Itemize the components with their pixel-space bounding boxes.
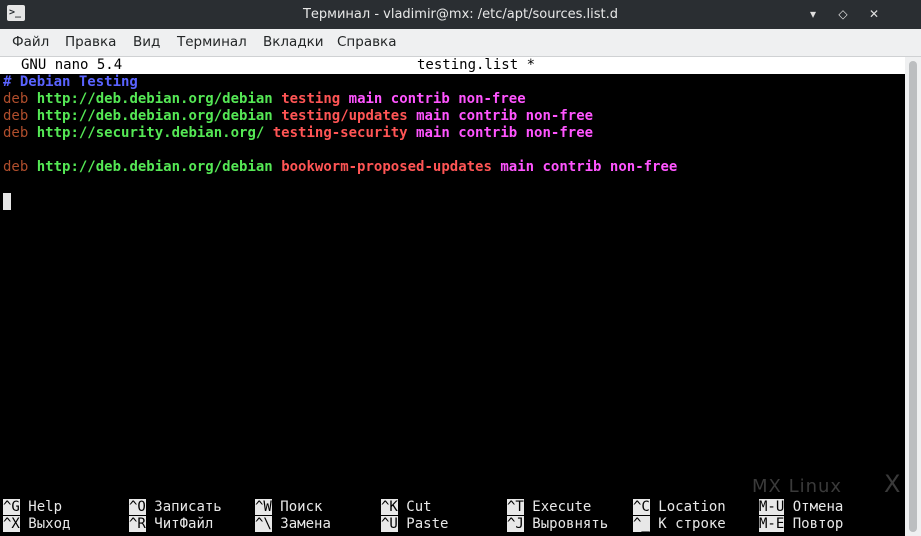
source-line: deb http://deb.debian.org/debian testing… — [3, 91, 526, 108]
shortcut-label: Повтор — [792, 516, 844, 532]
shortcut-undo: M-U Отмена — [759, 499, 843, 516]
suite: testing-security — [272, 125, 408, 141]
shortcut-label: Отмена — [792, 499, 844, 515]
shortcut-replace: ^\ Замена — [255, 516, 331, 533]
minimize-button[interactable]: ▾ — [806, 7, 820, 21]
shortcut-key: ^X — [3, 516, 20, 532]
mx-linux-watermark: MX Linux — [752, 476, 843, 497]
shortcut-key: ^T — [507, 499, 524, 515]
menu-terminal[interactable]: Терминал — [177, 29, 247, 56]
components: main contrib non-free — [416, 125, 594, 141]
shortcut-key: ^\ — [255, 516, 272, 532]
comment-text: # Debian Testing — [3, 74, 138, 90]
shortcut-search: ^W Поиск — [255, 499, 322, 516]
suite: testing/updates — [281, 108, 408, 124]
components: main contrib non-free — [348, 91, 526, 107]
shortcut-label: Cut — [406, 499, 432, 515]
text-cursor — [3, 193, 11, 210]
shortcut-read-file: ^R ЧитФайл — [129, 516, 213, 533]
shortcut-label: Замена — [280, 516, 331, 532]
components: main contrib non-free — [416, 108, 594, 124]
shortcut-label: Записать — [154, 499, 222, 515]
menu-file[interactable]: Файл — [12, 29, 49, 56]
window-title: Терминал - vladimir@mx: /etc/apt/sources… — [302, 7, 619, 22]
suite: testing — [281, 91, 341, 107]
source-line: deb http://security.debian.org/ testing-… — [3, 125, 593, 142]
source-line: deb http://deb.debian.org/debian bookwor… — [3, 159, 677, 176]
shortcut-label: Location — [658, 499, 726, 515]
shortcut-exit: ^X Выход — [3, 516, 70, 533]
deb-keyword: deb — [3, 108, 29, 124]
shortcut-key: ^C — [633, 499, 650, 515]
maximize-button[interactable]: ◇ — [836, 7, 850, 21]
shortcut-redo: M-E Повтор — [759, 516, 843, 533]
scrollbar[interactable] — [905, 57, 921, 536]
shortcut-label: К строке — [658, 516, 726, 532]
shortcut-key: ^R — [129, 516, 146, 532]
shortcut-key: M-U — [759, 499, 785, 515]
title-bar: >_ Терминал - vladimir@mx: /etc/apt/sour… — [0, 0, 921, 29]
menu-bar: Файл Правка Вид Терминал Вкладки Справка — [0, 29, 921, 57]
repo-url: http://security.debian.org/ — [36, 125, 265, 141]
shortcut-goto-line: ^_ К строке — [633, 516, 726, 533]
nano-header: GNU nano 5.4 testing.list * — [0, 57, 905, 74]
comment-line: # Debian Testing — [3, 74, 138, 91]
deb-keyword: deb — [3, 125, 29, 141]
shortcut-key: ^J — [507, 516, 524, 532]
shortcut-label: Выровнять — [532, 516, 609, 532]
source-line: deb http://deb.debian.org/debian testing… — [3, 108, 593, 125]
shortcut-write: ^O Записать — [129, 499, 222, 516]
shortcut-key: ^U — [381, 516, 398, 532]
menu-help[interactable]: Справка — [337, 29, 396, 56]
shortcut-key: ^K — [381, 499, 398, 515]
shortcut-label: Выход — [28, 516, 71, 532]
scrollbar-thumb[interactable] — [909, 61, 917, 532]
shortcut-key: ^O — [129, 499, 146, 515]
shortcut-execute: ^T Execute — [507, 499, 591, 516]
menu-edit[interactable]: Правка — [65, 29, 116, 56]
menu-view[interactable]: Вид — [133, 29, 160, 56]
repo-url: http://deb.debian.org/debian — [36, 159, 273, 175]
components: main contrib non-free — [500, 159, 678, 175]
close-button[interactable]: ✕ — [867, 7, 881, 21]
shortcut-label: Help — [28, 499, 63, 515]
shortcut-key: M-E — [759, 516, 785, 532]
shortcut-label: ЧитФайл — [154, 516, 214, 532]
deb-keyword: deb — [3, 159, 29, 175]
suite: bookworm-proposed-updates — [281, 159, 492, 175]
shortcut-paste: ^U Paste — [381, 516, 448, 533]
shortcut-key: ^_ — [633, 516, 650, 532]
shortcut-justify: ^J Выровнять — [507, 516, 608, 533]
shortcut-location: ^C Location — [633, 499, 726, 516]
deb-keyword: deb — [3, 91, 29, 107]
nano-filename: testing.list * — [417, 57, 536, 73]
repo-url: http://deb.debian.org/debian — [36, 91, 273, 107]
mx-logo-icon: X — [884, 470, 901, 498]
shortcut-key: ^G — [3, 499, 20, 515]
nano-version: GNU nano 5.4 — [21, 57, 123, 73]
shortcut-label: Execute — [532, 499, 592, 515]
shortcut-label: Paste — [406, 516, 449, 532]
shortcut-cut: ^K Cut — [381, 499, 432, 516]
shortcut-key: ^W — [255, 499, 272, 515]
menu-tabs[interactable]: Вкладки — [263, 29, 324, 56]
shortcut-help: ^G Help — [3, 499, 62, 516]
shortcut-label: Поиск — [280, 499, 323, 515]
repo-url: http://deb.debian.org/debian — [36, 108, 273, 124]
